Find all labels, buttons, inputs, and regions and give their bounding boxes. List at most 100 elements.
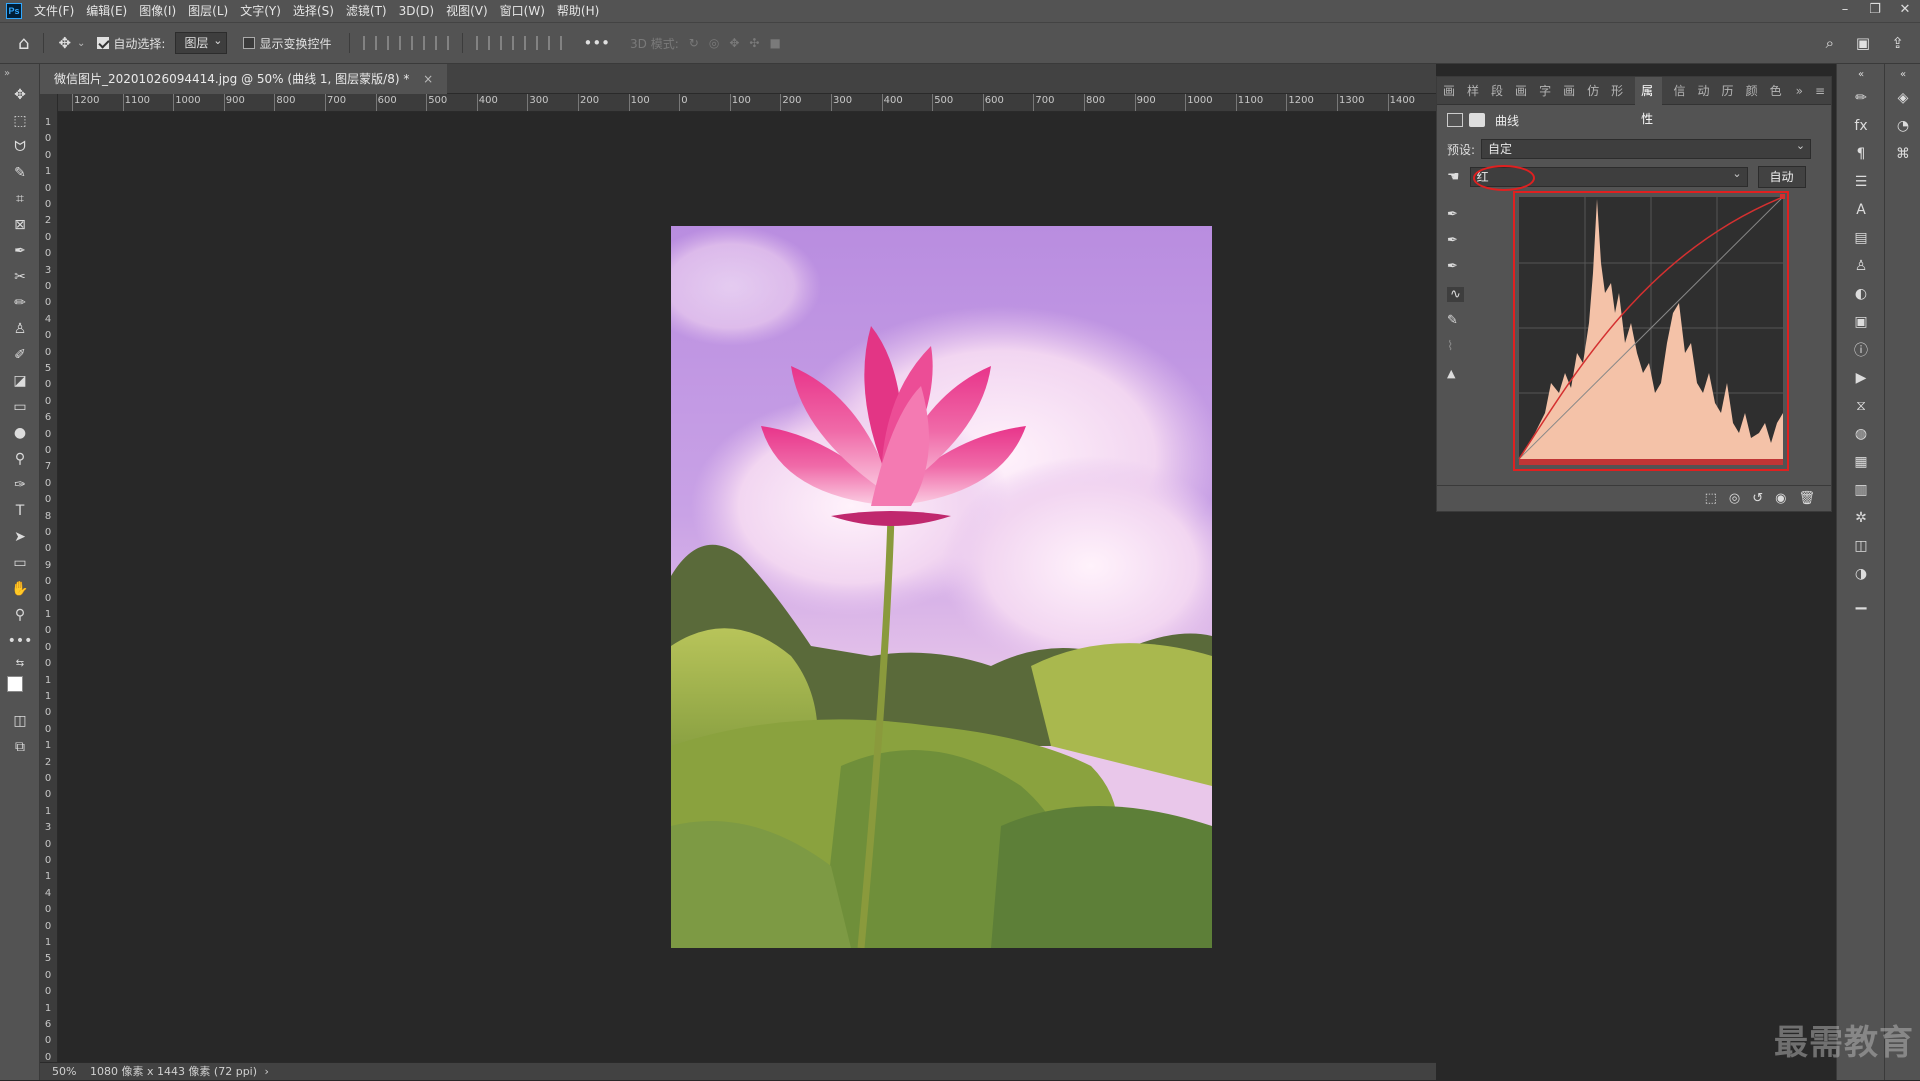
curve-edit-icon[interactable]: ∿ — [1447, 287, 1464, 302]
clone-source-icon[interactable]: ♙ — [1837, 252, 1885, 280]
document-canvas[interactable] — [58, 112, 1436, 1062]
align-vcenter-icon[interactable] — [500, 36, 514, 50]
tab-color[interactable]: 颜 — [1746, 82, 1758, 99]
close-tab-icon[interactable]: × — [423, 72, 433, 86]
brush-tool-icon[interactable]: ✏ — [0, 290, 40, 316]
channels-icon[interactable]: ◔ — [1885, 112, 1920, 140]
crop-tool-icon[interactable]: ⌗ — [0, 186, 40, 212]
rectangle-tool-icon[interactable]: ▭ — [0, 550, 40, 576]
3d-orbit-icon[interactable]: ↻ — [689, 36, 699, 50]
tab-swatches[interactable]: 色 — [1770, 82, 1782, 99]
menu-3d[interactable]: 3D(D) — [393, 0, 440, 22]
tab-actions[interactable]: 动 — [1698, 82, 1710, 99]
align-top-icon[interactable] — [476, 36, 490, 50]
foreground-color[interactable] — [7, 676, 23, 692]
menu-edit[interactable]: 编辑(E) — [80, 0, 133, 22]
dodge-tool-icon[interactable]: ⚲ — [0, 446, 40, 472]
document-tab[interactable]: 微信图片_20201026094414.jpg @ 50% (曲线 1, 图层蒙… — [40, 64, 447, 94]
info-icon[interactable]: ⓘ — [1837, 336, 1885, 364]
pen-tool-icon[interactable]: ✑ — [0, 472, 40, 498]
navigator-icon[interactable]: ✲ — [1837, 504, 1885, 532]
tab-brush[interactable]: 画 — [1443, 82, 1455, 99]
show-transform-checkbox[interactable] — [243, 37, 255, 49]
path-select-tool-icon[interactable]: ➤ — [0, 524, 40, 550]
histogram-icon[interactable]: ▁ — [1837, 588, 1885, 616]
tab-history[interactable]: 历 — [1722, 82, 1734, 99]
menu-select[interactable]: 选择(S) — [287, 0, 340, 22]
clone-stamp-tool-icon[interactable]: ♙ — [0, 316, 40, 342]
layers-icon[interactable]: ◈ — [1885, 84, 1920, 112]
healing-tool-icon[interactable]: ✂ — [0, 264, 40, 290]
reset-icon[interactable]: ↺ — [1752, 491, 1763, 506]
tab-paragraph[interactable]: 段 — [1491, 82, 1503, 99]
share-icon[interactable]: ⇪ — [1891, 34, 1904, 52]
paths-icon[interactable]: ⌘ — [1885, 140, 1920, 168]
workspace-icon[interactable]: ▣ — [1856, 34, 1870, 52]
chevron-down-icon[interactable]: ⌄ — [77, 38, 85, 49]
brush-settings-icon[interactable]: ✏ — [1837, 84, 1885, 112]
3d-roll-icon[interactable]: ◎ — [709, 36, 719, 50]
character-icon[interactable]: A — [1837, 196, 1885, 224]
paragraph-icon[interactable]: ¶ — [1837, 140, 1885, 168]
black-point-eyedropper-icon[interactable]: ✒ — [1447, 207, 1458, 222]
mask-icon[interactable] — [1469, 113, 1485, 127]
3d-slide-icon[interactable]: ✣ — [749, 36, 759, 50]
adjust-sliders-icon[interactable]: ☰ — [1837, 168, 1885, 196]
zoom-tool-icon[interactable]: ⚲ — [0, 602, 40, 628]
actions-play-icon[interactable]: ▶ — [1837, 364, 1885, 392]
blur-tool-icon[interactable]: ● — [0, 420, 40, 446]
tab-character[interactable]: 字 — [1539, 82, 1551, 99]
panel-expand-icon[interactable]: » — [1796, 84, 1803, 98]
3d-pan-icon[interactable]: ✥ — [729, 36, 739, 50]
tab-artboard[interactable]: 画 — [1515, 82, 1527, 99]
menu-view[interactable]: 视图(V) — [440, 0, 494, 22]
align-hcenter-icon[interactable] — [387, 36, 401, 50]
tab-shapes[interactable]: 形 — [1611, 82, 1623, 99]
gray-point-eyedropper-icon[interactable]: ✒ — [1447, 233, 1458, 248]
tab-canvas[interactable]: 画 — [1563, 82, 1575, 99]
properties-icon[interactable]: ▣ — [1837, 308, 1885, 336]
tab-styles[interactable]: 样 — [1467, 82, 1479, 99]
menu-type[interactable]: 文字(Y) — [234, 0, 287, 22]
swap-colors-icon[interactable]: ⇆ — [0, 654, 40, 672]
align-bottom-icon[interactable] — [524, 36, 538, 50]
move-tool-icon[interactable]: ✥ — [0, 82, 40, 108]
pencil-draw-icon[interactable]: ✎ — [1447, 313, 1458, 328]
menu-layer[interactable]: 图层(L) — [182, 0, 234, 22]
gradient-tool-icon[interactable]: ▭ — [0, 394, 40, 420]
swatches-icon[interactable]: ▦ — [1837, 448, 1885, 476]
frame-tool-icon[interactable]: ⊠ — [0, 212, 40, 238]
move-tool-icon[interactable]: ✥ — [58, 34, 71, 52]
status-arrow-icon[interactable]: › — [265, 1065, 269, 1078]
tab-info[interactable]: 信 — [1674, 82, 1686, 99]
visibility-eye-icon[interactable]: ◉ — [1775, 491, 1786, 506]
white-point-eyedropper-icon[interactable]: ✒ — [1447, 259, 1458, 274]
target-adjust-icon[interactable]: ☚ — [1447, 169, 1460, 185]
marquee-tool-icon[interactable]: ⬚ — [0, 108, 40, 134]
tab-clone[interactable]: 仿 — [1587, 82, 1599, 99]
lasso-tool-icon[interactable]: ᗢ — [0, 134, 40, 160]
tab-properties[interactable]: 属性 — [1635, 77, 1661, 105]
clip-to-layer-icon[interactable]: ⬚ — [1705, 491, 1717, 506]
align-right-icon[interactable] — [411, 36, 425, 50]
quick-select-tool-icon[interactable]: ✎ — [0, 160, 40, 186]
more-options-icon[interactable]: ••• — [583, 34, 610, 52]
auto-select-target-dropdown[interactable]: 图层 — [175, 32, 227, 54]
zoom-level[interactable]: 50% — [52, 1065, 76, 1078]
type-tool-icon[interactable]: T — [0, 498, 40, 524]
distribute-vertical-icon[interactable] — [548, 36, 562, 50]
3d-camera-icon[interactable]: ■ — [769, 36, 780, 50]
restore-button[interactable]: ❐ — [1860, 0, 1890, 22]
align-left-icon[interactable] — [363, 36, 377, 50]
collapse-icon[interactable]: » — [0, 64, 40, 82]
close-window-button[interactable]: ✕ — [1890, 0, 1920, 22]
color-icon[interactable]: ◍ — [1837, 420, 1885, 448]
home-icon[interactable]: ⌂ — [18, 33, 29, 54]
shapes-icon[interactable]: ◐ — [1837, 280, 1885, 308]
menu-help[interactable]: 帮助(H) — [551, 0, 605, 22]
history-icon[interactable]: ⧖ — [1837, 392, 1885, 420]
collapse-dock-icon[interactable]: « — [1837, 64, 1885, 84]
adjustments-icon[interactable]: ◑ — [1837, 560, 1885, 588]
trash-icon[interactable]: 🗑 — [1798, 491, 1815, 506]
smooth-curve-icon[interactable]: ⌇ — [1447, 339, 1453, 354]
